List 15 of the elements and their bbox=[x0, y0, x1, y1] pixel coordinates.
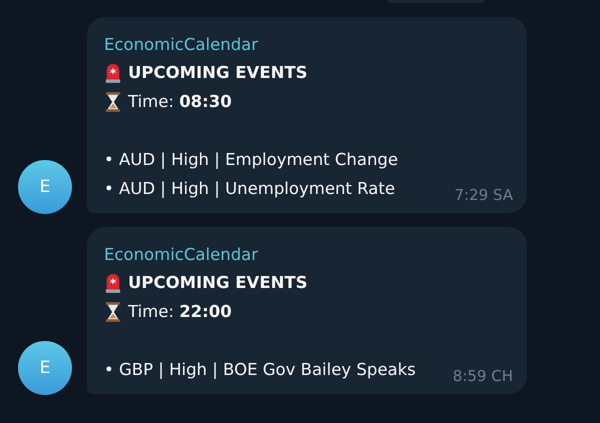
message-time: 8:59 CH bbox=[452, 366, 513, 387]
event-line: • GBP | High | BOE Gov Bailey Speaks bbox=[104, 359, 416, 381]
message-heading: UPCOMING EVENTS bbox=[128, 62, 308, 84]
event-line: • AUD | High | Employment Change bbox=[104, 149, 398, 171]
event-line: • AUD | High | Unemployment Rate bbox=[104, 178, 395, 200]
message-time: 7:29 SA bbox=[454, 185, 513, 206]
hourglass-icon bbox=[104, 90, 122, 112]
siren-icon bbox=[104, 62, 122, 84]
hourglass-icon bbox=[104, 300, 122, 322]
sender-name[interactable]: EconomicCalendar bbox=[104, 241, 513, 268]
message-heading: UPCOMING EVENTS bbox=[128, 272, 308, 294]
sender-name[interactable]: EconomicCalendar bbox=[104, 31, 513, 58]
siren-icon bbox=[104, 272, 122, 294]
event-time: Time: 08:30 bbox=[128, 91, 232, 113]
event-time: Time: 22:00 bbox=[128, 301, 232, 323]
